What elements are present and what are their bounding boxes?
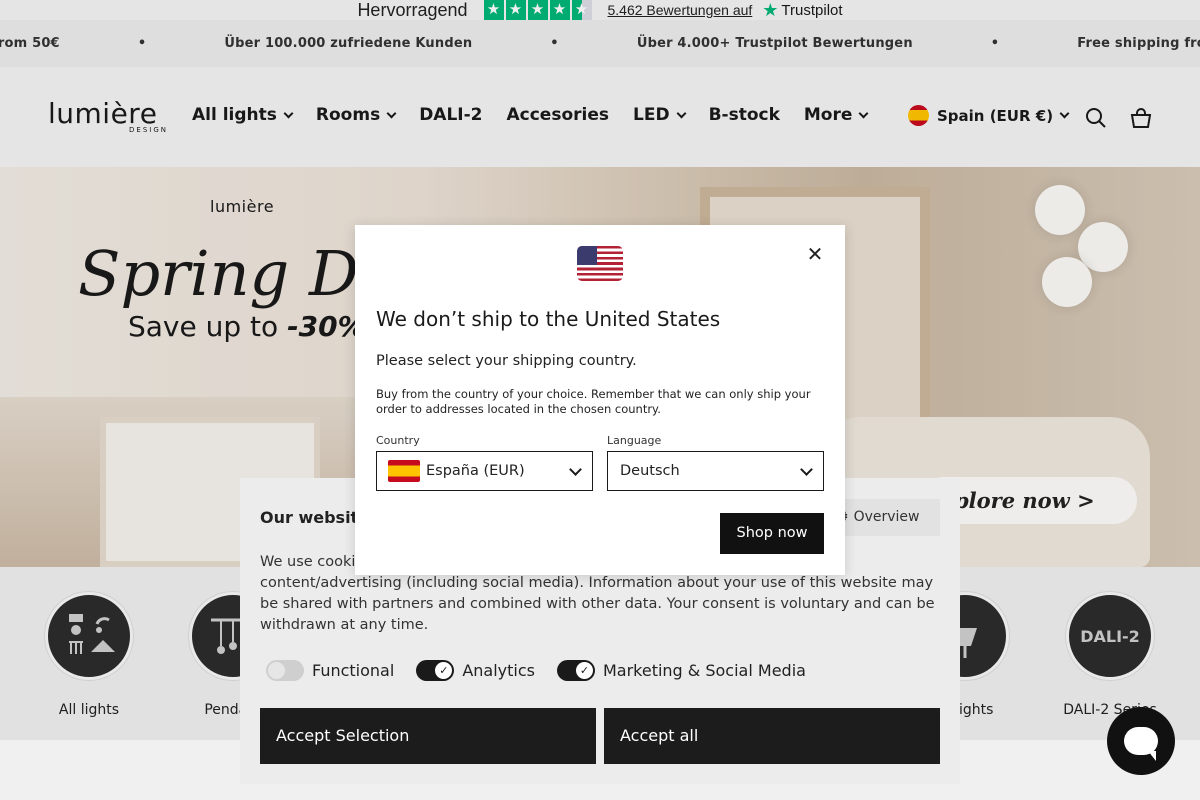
toggle-analytics[interactable]: ✓ Analytics	[416, 660, 535, 681]
accept-all-button[interactable]: Accept all	[604, 708, 940, 764]
language-value: Deutsch	[620, 463, 680, 479]
toggle-knob	[268, 662, 285, 679]
close-icon[interactable]: ✕	[805, 244, 825, 264]
chevron-down-icon	[800, 463, 813, 476]
cookie-overview-label: Overview	[853, 509, 920, 525]
chat-button[interactable]	[1107, 707, 1175, 775]
toggle-label: Functional	[312, 661, 395, 680]
modal-description: Buy from the country of your choice. Rem…	[376, 387, 811, 416]
shipping-country-modal: ✕ We don’t ship to the United States Ple…	[355, 225, 845, 575]
toggle-functional[interactable]: Functional	[266, 660, 394, 681]
toggle-switch[interactable]	[266, 660, 304, 681]
modal-title: We don’t ship to the United States	[376, 307, 721, 331]
spain-flag-icon	[388, 460, 420, 482]
us-flag-canton	[577, 246, 597, 265]
chat-bubble-icon	[1124, 727, 1158, 761]
us-flag-icon	[577, 246, 623, 281]
chevron-down-icon	[569, 463, 582, 476]
modal-prompt: Please select your shipping country.	[376, 353, 637, 369]
language-select[interactable]: Deutsch	[607, 451, 824, 491]
accept-selection-button[interactable]: Accept Selection	[260, 708, 596, 764]
toggle-switch[interactable]: ✓	[556, 660, 595, 681]
country-select[interactable]: España (EUR)	[376, 451, 593, 491]
shop-now-button[interactable]: Shop now	[720, 513, 824, 554]
toggle-marketing[interactable]: ✓ Marketing & Social Media	[556, 660, 806, 681]
country-value: España (EUR)	[426, 463, 525, 479]
toggle-label: Analytics	[462, 661, 535, 680]
toggle-switch[interactable]: ✓	[416, 660, 455, 681]
language-label: Language	[607, 434, 662, 447]
cookie-title: Our websit	[260, 508, 359, 527]
check-icon: ✓	[435, 662, 453, 679]
cookie-toggles: Functional ✓ Analytics ✓ Marketing & Soc…	[266, 660, 806, 681]
check-icon: ✓	[575, 662, 593, 679]
country-label: Country	[376, 434, 420, 447]
toggle-label: Marketing & Social Media	[602, 661, 806, 680]
